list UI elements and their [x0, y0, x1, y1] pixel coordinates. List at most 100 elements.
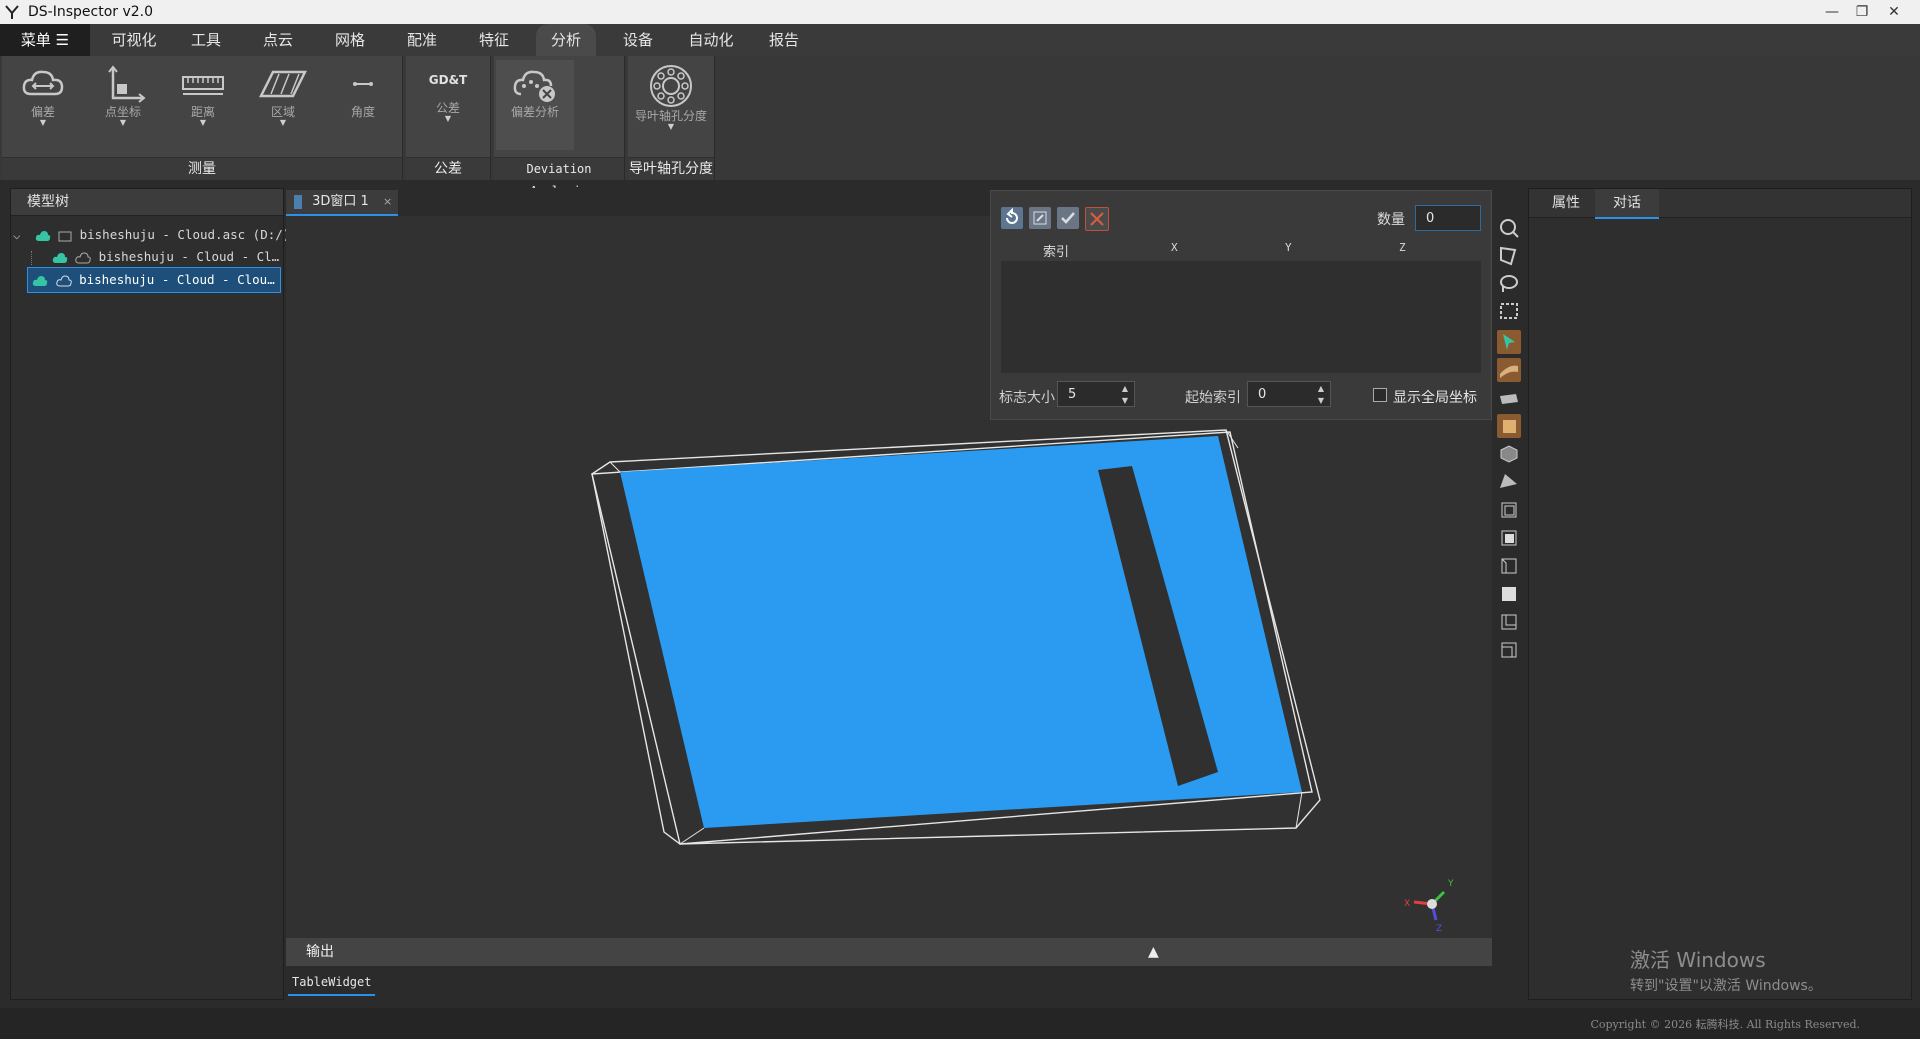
watermark-line1: 激活 Windows [1630, 948, 1766, 972]
point-table[interactable] [1001, 261, 1481, 373]
marker-size-label: 标志大小 [999, 390, 1055, 406]
lasso-select-icon[interactable] [1497, 272, 1521, 296]
point-pick-panel: 数量 0 索引 X Y Z 标志大小 5 ▲ ▼ 起始索引 0 ▲ ▼ 显示全局… [990, 190, 1492, 420]
output-header[interactable]: 输出 ▲ [286, 938, 1492, 966]
ribbon-group-label-tolerance: 公差 [406, 157, 490, 180]
deviation-button[interactable]: 偏差 ▼ [6, 60, 80, 150]
ribbon-group-vane-hole: 导叶轴孔分度 ▼ 导叶轴孔分度 [628, 56, 715, 180]
menu-tools[interactable]: 工具 [172, 24, 240, 56]
point-coordinate-button[interactable]: 点坐标 ▼ [86, 60, 160, 150]
count-field[interactable]: 0 [1415, 205, 1481, 231]
view-back-icon[interactable] [1497, 526, 1521, 550]
tab-dialog[interactable]: 对话 [1595, 189, 1659, 219]
expand-up-icon[interactable]: ▲ [1148, 938, 1159, 966]
menu-pointcloud[interactable]: 点云 [244, 24, 312, 56]
cube-icon[interactable] [1497, 442, 1521, 466]
menu-features[interactable]: 特征 [460, 24, 528, 56]
tab-table-widget[interactable]: TableWidget [288, 970, 376, 996]
ribbon-group-deviation-analysis: 偏差分析 Deviation Analysis [494, 56, 625, 198]
polygon-select-icon[interactable] [1497, 244, 1521, 268]
reset-icon[interactable] [1001, 207, 1023, 229]
properties-panel: 属性 对话 [1528, 188, 1912, 1000]
spin-up-icon[interactable]: ▲ [1118, 383, 1132, 394]
area-parallelogram-icon [259, 70, 307, 98]
title-bar: DS-Inspector v2.0 — ❐ ✕ [0, 0, 1920, 24]
deviation-analysis-icon [513, 70, 555, 102]
main-menu-button[interactable]: 菜单 ☰ [0, 24, 90, 56]
box-orange-icon[interactable] [1497, 414, 1521, 438]
minimize-button[interactable]: — [1818, 2, 1846, 22]
start-index-spinbox[interactable]: 0 ▲ ▼ [1247, 381, 1331, 407]
cancel-icon[interactable] [1085, 207, 1109, 231]
chevron-down-icon[interactable]: ⌵ [13, 223, 27, 247]
marker-size-value: 5 [1068, 387, 1077, 402]
dropdown-arrow-icon: ▼ [39, 118, 47, 127]
tree-item-selected[interactable]: bisheshuju - Cloud - Clou… [27, 267, 281, 293]
view-front-icon[interactable] [1497, 498, 1521, 522]
windows-activation-watermark: 激活 Windows 转到"设置"以激活 Windows。 [1630, 944, 1822, 995]
tree-item-label: bisheshuju - Cloud - Cl… [98, 249, 280, 264]
pick-point-icon[interactable] [1497, 330, 1521, 354]
tolerance-button[interactable]: GD&T 公差 ▼ [411, 60, 485, 150]
rect-select-icon[interactable] [1497, 300, 1521, 324]
axis-gizmo-icon: X Y Z [1404, 879, 1454, 932]
visible-cloud-icon[interactable] [52, 252, 68, 264]
global-coord-checkbox[interactable] [1373, 388, 1387, 402]
spin-down-icon[interactable]: ▼ [1314, 395, 1328, 406]
close-button[interactable]: ✕ [1880, 2, 1908, 22]
marker-size-spinbox[interactable]: 5 ▲ ▼ [1057, 381, 1135, 407]
ribbon-toolbar: 偏差 ▼ 点坐标 ▼ 距离 ▼ 区域 ▼ 角度 测量 GD&T 公差 ▼ 公差 … [0, 56, 1920, 198]
spin-down-icon[interactable]: ▼ [1118, 395, 1132, 406]
start-index-value: 0 [1258, 387, 1267, 402]
ribbon-group-measure: 偏差 ▼ 点坐标 ▼ 距离 ▼ 区域 ▼ 角度 测量 [2, 56, 403, 180]
ribbon-group-label-vane-hole: 导叶轴孔分度 [628, 157, 714, 180]
surface-icon[interactable] [1497, 358, 1521, 382]
tree-item-root[interactable]: ⌵ bisheshuju - Cloud.asc (D:/) [13, 223, 290, 247]
axis-z-label: Z [1436, 924, 1442, 932]
view-toolbar [1494, 208, 1524, 688]
angle-icon [353, 82, 373, 86]
cloud-outline-icon [55, 274, 72, 286]
column-z: Z [1399, 241, 1406, 254]
view-bottom-icon[interactable] [1497, 638, 1521, 662]
window-title: DS-Inspector v2.0 [28, 4, 154, 20]
menu-report[interactable]: 报告 [750, 24, 818, 56]
menu-mesh[interactable]: 网格 [316, 24, 384, 56]
menu-registration[interactable]: 配准 [388, 24, 456, 56]
angle-button[interactable]: 角度 [326, 60, 400, 150]
view-right-icon[interactable] [1497, 582, 1521, 606]
vane-hole-button[interactable]: 导叶轴孔分度 ▼ [632, 60, 710, 150]
restore-button[interactable]: ❐ [1848, 2, 1876, 22]
output-title: 输出 [306, 944, 334, 960]
column-index: 索引 [1043, 245, 1070, 260]
confirm-icon[interactable] [1057, 207, 1079, 229]
tree-item-child[interactable]: bisheshuju - Cloud - Cl… [31, 245, 281, 269]
visible-cloud-icon[interactable] [35, 230, 51, 242]
menu-analysis[interactable]: 分析 [536, 24, 596, 56]
menu-visualize[interactable]: 可视化 [96, 24, 172, 56]
distance-button[interactable]: 距离 ▼ [166, 60, 240, 150]
close-tab-icon[interactable]: × [383, 195, 392, 208]
menu-bar: 菜单 ☰ 可视化 工具 点云 网格 配准 特征 分析 设备 自动化 报告 [0, 24, 1920, 56]
dropdown-arrow-icon: ▼ [667, 122, 675, 131]
menu-device[interactable]: 设备 [604, 24, 672, 56]
view-left-icon[interactable] [1497, 554, 1521, 578]
view-top-icon[interactable] [1497, 610, 1521, 634]
point-coordinate-icon [108, 65, 146, 103]
plane-view-icon[interactable] [1497, 470, 1521, 494]
export-icon[interactable] [1029, 207, 1051, 229]
layer-icon[interactable] [1497, 386, 1521, 410]
menu-automation[interactable]: 自动化 [676, 24, 746, 56]
dropdown-arrow-icon: ▼ [199, 118, 207, 127]
zoom-fit-icon[interactable] [1497, 216, 1521, 240]
area-button[interactable]: 区域 ▼ [246, 60, 320, 150]
global-coord-label: 显示全局坐标 [1393, 390, 1477, 406]
dropdown-arrow-icon: ▼ [444, 114, 452, 123]
ribbon-group-tolerance: GD&T 公差 ▼ 公差 [406, 56, 491, 180]
tab-properties[interactable]: 属性 [1539, 189, 1593, 217]
deviation-analysis-button[interactable]: 偏差分析 [496, 60, 574, 150]
tab-3d-window[interactable]: 3D窗口 1 × [286, 190, 398, 216]
start-index-label: 起始索引 [1185, 390, 1241, 406]
spin-up-icon[interactable]: ▲ [1314, 383, 1328, 394]
visible-cloud-icon[interactable] [32, 275, 48, 287]
